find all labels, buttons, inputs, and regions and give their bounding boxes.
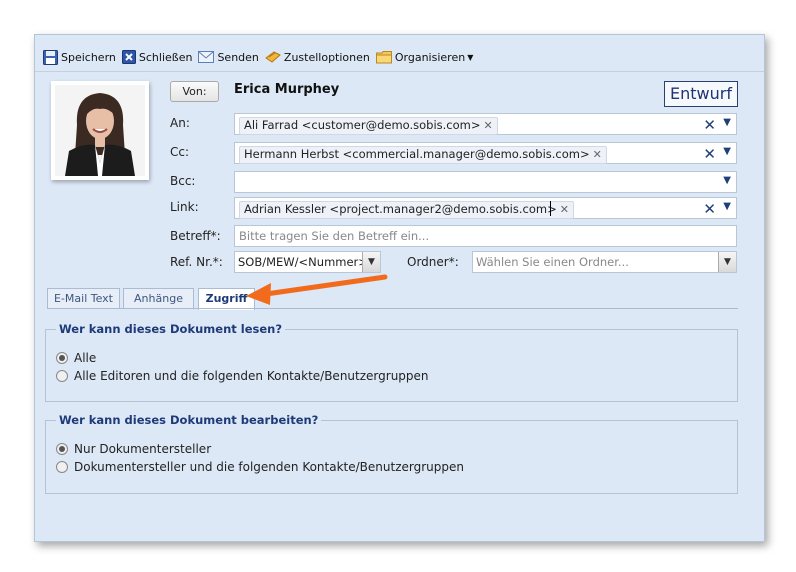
radio-button[interactable] [56, 370, 68, 382]
link-label: Link: [170, 200, 199, 214]
read-option-editors[interactable]: Alle Editoren und die folgenden Kontakte… [56, 369, 429, 383]
close-label: Schließen [138, 50, 193, 64]
recipient-token-text: Ali Farrad <customer@demo.sobis.com> [244, 118, 481, 132]
remove-token-icon[interactable]: ✕ [484, 119, 493, 132]
dropdown-arrow-icon: ▼ [467, 52, 474, 62]
status-badge: Entwurf [664, 81, 738, 107]
floppy-disk-icon [43, 49, 58, 65]
read-option-all-label: Alle [74, 351, 97, 365]
cc-token[interactable]: Hermann Herbst <commercial.manager@demo.… [239, 146, 607, 164]
edit-access-legend: Wer kann dieses Dokument bearbeiten? [56, 413, 322, 427]
edit-option-contacts[interactable]: Dokumentersteller und die folgenden Kont… [56, 460, 464, 474]
close-icon [121, 50, 136, 64]
bcc-field[interactable]: ▼ [234, 171, 737, 193]
radio-button[interactable] [56, 443, 68, 455]
link-field[interactable]: Adrian Kessler <project.manager2@demo.so… [234, 197, 737, 219]
send-button[interactable]: Senden [198, 50, 259, 64]
delivery-label: Zustelloptionen [283, 50, 370, 64]
read-option-all[interactable]: Alle [56, 351, 96, 365]
to-label: An: [170, 116, 190, 130]
delivery-options-button[interactable]: Zustelloptionen [265, 50, 370, 64]
folder-icon [375, 51, 392, 64]
toolbar-divider [35, 71, 764, 72]
avatar [51, 81, 149, 180]
subject-input[interactable]: Bitte tragen Sie den Betreff ein... [234, 225, 737, 247]
clear-icon[interactable]: ✕ [703, 200, 716, 218]
ref-label: Ref. Nr.*: [170, 255, 223, 269]
email-editor-window: Speichern Schließen Senden Zustelloption… [34, 34, 765, 542]
tab-underline [47, 308, 738, 309]
folder-label: Ordner*: [407, 255, 459, 269]
contact-photo [55, 85, 145, 176]
edit-option-contacts-label: Dokumentersteller und die folgenden Kont… [74, 460, 464, 474]
read-option-editors-label: Alle Editoren und die folgenden Kontakte… [74, 369, 429, 383]
organize-label: Organisieren [394, 50, 466, 64]
envelope-icon [198, 51, 215, 63]
to-field[interactable]: Ali Farrad <customer@demo.sobis.com> ✕ ✕ … [234, 113, 737, 135]
toolbar: Speichern Schließen Senden Zustelloption… [35, 44, 764, 70]
chevron-down-icon[interactable]: ▼ [718, 252, 736, 272]
chevron-down-icon[interactable]: ▼ [723, 201, 731, 212]
cc-token-text: Hermann Herbst <commercial.manager@demo.… [244, 147, 590, 161]
organize-menu-button[interactable]: Organisieren ▼ [375, 50, 474, 64]
radio-button[interactable] [56, 461, 68, 473]
chevron-down-icon[interactable]: ▼ [723, 146, 731, 157]
radio-button[interactable] [56, 352, 68, 364]
ref-number-value: SOB/MEW/<Nummer> [238, 255, 368, 269]
sender-name: Erica Murphey [234, 82, 340, 97]
text-cursor [550, 201, 551, 216]
folder-select[interactable]: Wählen Sie einen Ordner... ▼ [472, 251, 737, 273]
tab-attachments[interactable]: Anhänge [123, 288, 194, 308]
edit-option-creator-label: Nur Dokumentersteller [74, 442, 212, 456]
remove-token-icon[interactable]: ✕ [593, 148, 602, 161]
bcc-label: Bcc: [170, 174, 196, 188]
save-button[interactable]: Speichern [43, 49, 116, 65]
subject-placeholder: Bitte tragen Sie den Betreff ein... [239, 229, 430, 243]
remove-token-icon[interactable]: ✕ [560, 203, 569, 216]
edit-access-group: Wer kann dieses Dokument bearbeiten? Nur… [45, 413, 738, 494]
cc-label: Cc: [170, 145, 190, 159]
link-token[interactable]: Adrian Kessler <project.manager2@demo.so… [239, 201, 574, 219]
read-access-group: Wer kann dieses Dokument lesen? Alle All… [45, 322, 738, 402]
recipient-token[interactable]: Ali Farrad <customer@demo.sobis.com> ✕ [239, 117, 498, 135]
clear-icon[interactable]: ✕ [703, 145, 716, 163]
clear-icon[interactable]: ✕ [703, 116, 716, 134]
close-button[interactable]: Schließen [121, 50, 193, 64]
edit-option-creator[interactable]: Nur Dokumentersteller [56, 442, 211, 456]
chevron-down-icon[interactable]: ▼ [723, 175, 731, 186]
save-label: Speichern [61, 50, 116, 64]
tab-email-text[interactable]: E-Mail Text [47, 288, 120, 308]
delivery-icon [265, 51, 281, 63]
annotation-arrow-icon [246, 274, 388, 305]
folder-placeholder: Wählen Sie einen Ordner... [476, 255, 629, 269]
link-token-text: Adrian Kessler <project.manager2@demo.so… [244, 202, 557, 216]
read-access-legend: Wer kann dieses Dokument lesen? [56, 322, 285, 336]
subject-label: Betreff*: [170, 229, 221, 243]
from-button[interactable]: Von: [170, 81, 219, 102]
cc-field[interactable]: Hermann Herbst <commercial.manager@demo.… [234, 142, 737, 164]
chevron-down-icon[interactable]: ▼ [723, 117, 731, 128]
send-label: Senden [217, 50, 259, 64]
